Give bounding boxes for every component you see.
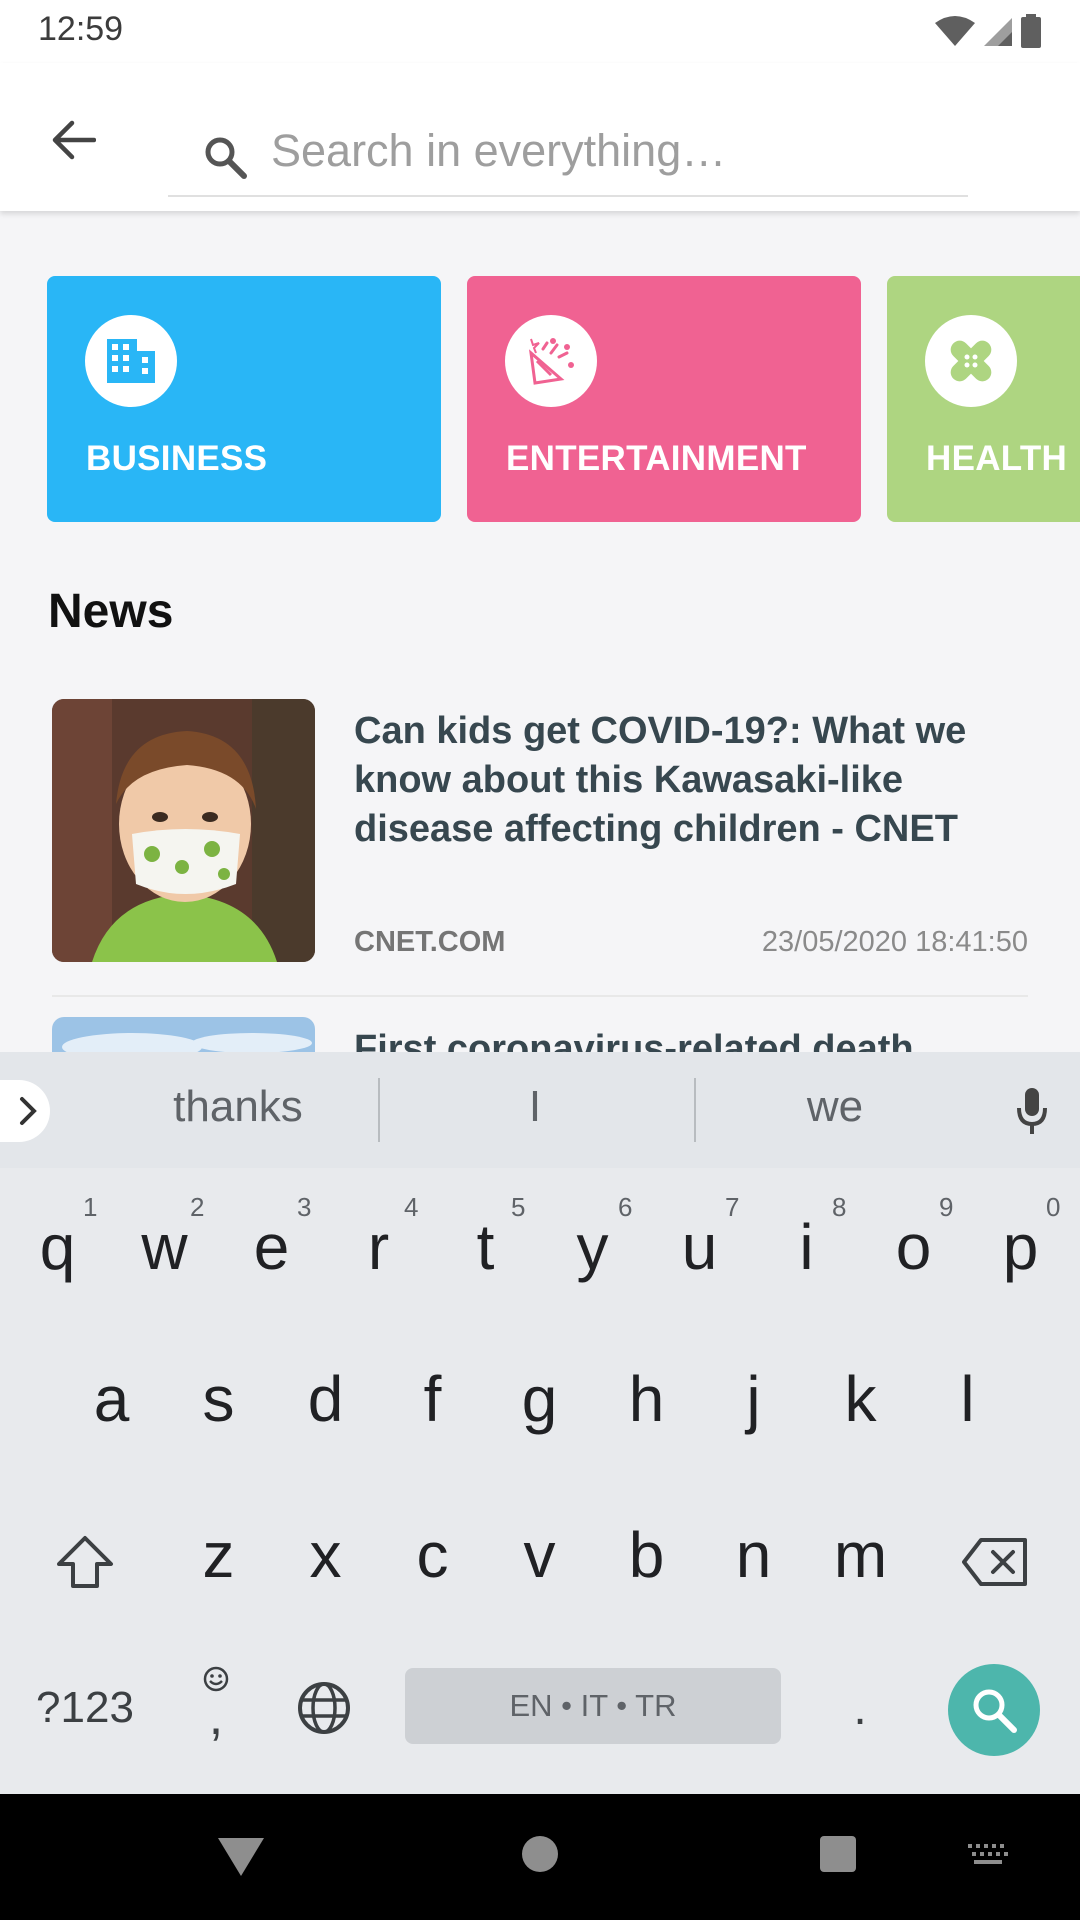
key-hint: 2 <box>190 1192 205 1222</box>
key-x[interactable]: x <box>272 1480 379 1630</box>
key-hint: 1 <box>83 1192 98 1222</box>
suggestion[interactable]: we <box>730 1082 940 1132</box>
key-n[interactable]: n <box>700 1480 807 1630</box>
shift-key[interactable] <box>30 1512 140 1612</box>
key-g[interactable]: g <box>486 1324 593 1474</box>
suggestion[interactable]: thanks <box>130 1082 346 1132</box>
keyboard-search-button[interactable] <box>948 1664 1040 1756</box>
backspace-key[interactable] <box>940 1512 1050 1612</box>
nav-home-icon <box>522 1836 558 1872</box>
category-card-health[interactable]: HEALTH <box>887 276 1080 522</box>
category-carousel[interactable]: BUSINESS ENTERTAINMENT HEALTH <box>47 276 1080 522</box>
key-k[interactable]: k <box>807 1324 914 1474</box>
bandage-icon <box>925 315 1017 407</box>
building-icon <box>85 315 177 407</box>
news-source: CNET.COM <box>354 926 506 958</box>
back-button[interactable] <box>40 107 106 173</box>
wifi-icon <box>935 16 975 46</box>
key-f[interactable]: f <box>379 1324 486 1474</box>
status-time: 12:59 <box>38 10 124 48</box>
period-key[interactable]: . <box>830 1668 890 1748</box>
system-nav-bar <box>0 1794 1080 1920</box>
home-nav-button[interactable] <box>520 1834 560 1879</box>
back-nav-button[interactable] <box>216 1834 266 1883</box>
key-a[interactable]: a <box>58 1324 165 1474</box>
comma-key[interactable]: , <box>185 1648 247 1758</box>
key-c[interactable]: c <box>379 1480 486 1630</box>
key-d[interactable]: d <box>272 1324 379 1474</box>
key-hint: 8 <box>832 1192 847 1222</box>
divider <box>694 1078 696 1142</box>
arrow-back-icon <box>52 120 96 160</box>
divider <box>378 1078 380 1142</box>
status-icons <box>934 14 1042 48</box>
battery-icon <box>1021 14 1041 48</box>
soft-keyboard: thanks I we q w e r t y u i o p 1 2 3 4 … <box>0 1052 1080 1794</box>
news-date: 23/05/2020 18:41:50 <box>761 926 1028 958</box>
news-thumbnail <box>52 699 315 962</box>
search-input[interactable] <box>271 121 931 181</box>
party-popper-icon <box>505 315 597 407</box>
status-bar: 12:59 <box>0 0 1080 63</box>
category-label: HEALTH <box>926 439 1068 478</box>
category-label: ENTERTAINMENT <box>506 439 807 478</box>
key-s[interactable]: s <box>165 1324 272 1474</box>
news-section-title: News <box>48 585 174 638</box>
app-bar <box>0 63 1080 211</box>
key-hint: 9 <box>939 1192 954 1222</box>
language-key[interactable] <box>288 1668 360 1748</box>
key-hint: 3 <box>297 1192 312 1222</box>
keyboard-switch-button[interactable] <box>966 1842 1010 1873</box>
spacebar[interactable]: EN • IT • TR <box>405 1668 781 1744</box>
category-label: BUSINESS <box>86 439 268 478</box>
category-card-business[interactable]: BUSINESS <box>47 276 441 522</box>
key-z[interactable]: z <box>165 1480 272 1630</box>
keyboard-icon <box>968 1844 1008 1864</box>
search-bar[interactable] <box>168 101 968 197</box>
key-hint: 5 <box>511 1192 526 1222</box>
key-v[interactable]: v <box>486 1480 593 1630</box>
key-hint: 4 <box>404 1192 419 1222</box>
key-j[interactable]: j <box>700 1324 807 1474</box>
recents-nav-button[interactable] <box>818 1834 858 1879</box>
chevron-right-icon <box>20 1097 37 1125</box>
backspace-icon <box>962 1538 1027 1586</box>
key-hint: 0 <box>1046 1192 1061 1222</box>
mic-icon <box>1017 1088 1047 1134</box>
key-hint: 6 <box>618 1192 633 1222</box>
nav-back-icon <box>218 1838 264 1876</box>
expand-suggestions-button[interactable] <box>0 1080 50 1142</box>
category-card-entertainment[interactable]: ENTERTAINMENT <box>467 276 861 522</box>
globe-icon <box>298 1682 350 1734</box>
divider <box>52 995 1028 997</box>
key-b[interactable]: b <box>593 1480 700 1630</box>
symbols-key[interactable]: ?123 <box>20 1668 150 1748</box>
search-icon <box>973 1689 1017 1733</box>
key-l[interactable]: l <box>914 1324 1021 1474</box>
shift-icon <box>57 1536 113 1588</box>
news-item[interactable]: Can kids get COVID-19?: What we know abo… <box>52 699 1028 999</box>
news-title: Can kids get COVID-19?: What we know abo… <box>354 710 967 850</box>
key-h[interactable]: h <box>593 1324 700 1474</box>
comma-label: , <box>208 1688 224 1746</box>
suggestion[interactable]: I <box>430 1082 640 1132</box>
key-m[interactable]: m <box>807 1480 914 1630</box>
mic-button[interactable] <box>1014 1086 1050 1141</box>
cell-signal-icon <box>984 18 1012 46</box>
nav-recents-icon <box>820 1836 856 1872</box>
suggestion-bar: thanks I we <box>0 1052 1080 1168</box>
search-icon <box>205 137 247 179</box>
key-hint: 7 <box>725 1192 740 1222</box>
